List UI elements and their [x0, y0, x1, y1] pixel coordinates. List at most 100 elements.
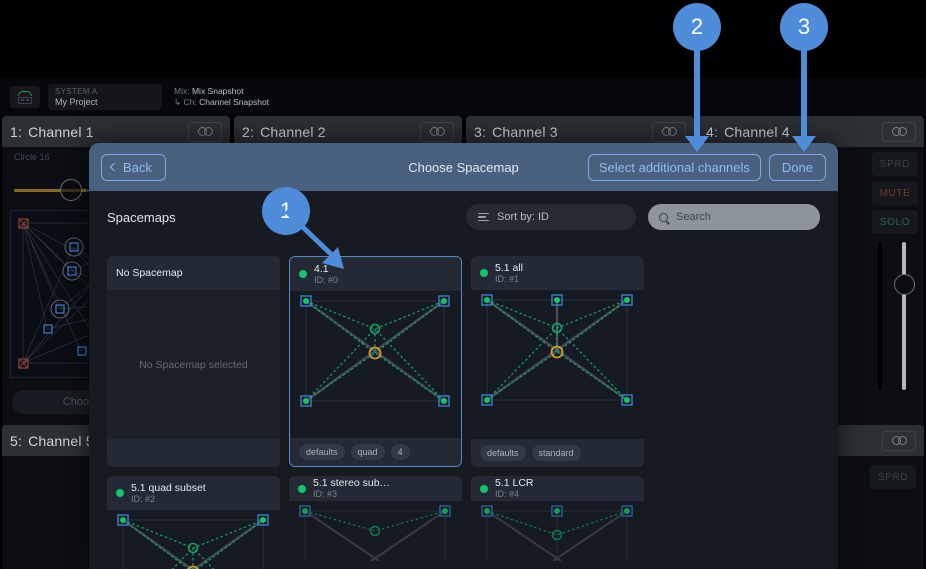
channel-name: Channel 3 — [492, 123, 558, 140]
spacemap-card-5-1-stereo-sub[interactable]: 5.1 stereo sub… ID: #3 — [289, 476, 462, 566]
search-input[interactable]: Search — [648, 204, 820, 230]
project-button[interactable]: SYSTEM A My Project — [48, 84, 162, 110]
annotation-callout-1: 1 — [262, 187, 344, 269]
card-empty-text: No Spacemap selected — [107, 290, 280, 439]
card-title: 5.1 quad subset — [131, 481, 206, 494]
annotation-callout-2: 2 — [673, 3, 721, 152]
project-name: My Project — [55, 96, 98, 107]
annotation-stem-2 — [694, 47, 700, 139]
annotation-callout-3: 3 — [780, 3, 828, 152]
spacemap-card-5-1-all[interactable]: 5.1 all ID: #1 defaults standard — [471, 256, 644, 467]
card-id: ID: #1 — [495, 273, 520, 284]
solo-button[interactable]: SOLO — [872, 210, 918, 234]
card-id: ID: #2 — [131, 493, 156, 504]
card-title: 5.1 LCR — [495, 477, 534, 489]
level-meter — [878, 242, 882, 390]
card-thumbnail — [471, 290, 644, 439]
sprd-button-2[interactable]: SPRD — [870, 465, 916, 489]
dialog-subheader: Spacemaps Sort by: ID Search — [89, 191, 838, 243]
spacemap-card-none[interactable]: No Spacemap No Spacemap selected — [107, 256, 280, 467]
wifi-device-icon[interactable] — [10, 86, 40, 108]
sprd-button[interactable]: SPRD — [872, 152, 918, 176]
link-icon[interactable] — [882, 121, 916, 142]
card-thumbnail — [107, 510, 280, 569]
system-label: SYSTEM A — [55, 86, 98, 96]
spacemap-thumb-svg — [481, 294, 633, 406]
system-toolbar: SYSTEM A My Project Mix: Mix Snapshot ↳ … — [0, 78, 926, 183]
channel-name: Channel 1 — [28, 123, 94, 140]
channel-number: 1: — [10, 123, 23, 140]
channel-4-side-buttons: SPRD MUTE SOLO — [872, 152, 918, 239]
fader-track[interactable] — [902, 242, 906, 390]
card-thumbnail — [471, 501, 644, 566]
card-header: 5.1 stereo sub… ID: #3 — [289, 476, 462, 501]
mix-value: Mix Snapshot — [191, 86, 244, 96]
mute-button[interactable]: MUTE — [872, 181, 918, 205]
sort-by-button[interactable]: Sort by: ID — [466, 204, 636, 230]
card-header: 5.1 quad subset ID: #2 — [107, 476, 280, 510]
card-header: 5.1 all ID: #1 — [471, 256, 644, 290]
ch-value: Channel Snapshot — [199, 97, 270, 107]
spacemaps-section-title: Spacemaps — [107, 209, 176, 225]
screen-root: SYSTEM A My Project Mix: Mix Snapshot ↳ … — [0, 0, 926, 569]
card-header: 5.1 LCR ID: #4 — [471, 476, 644, 501]
card-thumbnail — [289, 501, 462, 566]
tag: defaults — [480, 445, 526, 461]
link-icon[interactable] — [652, 121, 686, 142]
card-id: ID: #3 — [313, 489, 338, 499]
card-id: ID: #4 — [495, 489, 520, 499]
link-icon[interactable] — [882, 430, 916, 451]
status-dot — [480, 269, 488, 277]
spacemap-card-5-1-quad-subset[interactable]: 5.1 quad subset ID: #2 — [107, 476, 280, 569]
status-dot — [116, 489, 124, 497]
search-placeholder: Search — [676, 211, 711, 223]
tag: standard — [531, 445, 581, 461]
annotation-number: 3 — [780, 3, 828, 51]
tag: 4 — [390, 444, 410, 460]
card-title: 5.1 all — [495, 261, 524, 274]
choose-spacemap-dialog: Back Choose Spacemap Select additional c… — [89, 143, 838, 569]
card-title: 5.1 stereo sub… — [313, 477, 391, 489]
slider-knob[interactable] — [60, 179, 82, 201]
done-button[interactable]: Done — [768, 153, 826, 181]
channel-number: 3: — [474, 123, 487, 140]
card-title: No Spacemap — [116, 267, 183, 279]
channel-name: Channel 4 — [724, 123, 790, 140]
annotation-arrow-3 — [792, 136, 816, 152]
card-tags: defaults quad 4 — [290, 438, 461, 466]
select-additional-channels-button[interactable]: Select additional channels — [587, 153, 761, 181]
link-icon[interactable] — [188, 121, 222, 142]
annotation-arrow-1 — [284, 209, 344, 269]
sort-label: Sort by: ID — [497, 211, 549, 223]
spacemap-card-5-1-lcr[interactable]: 5.1 LCR ID: #4 — [471, 476, 644, 566]
spacemap-thumb-svg — [117, 514, 269, 569]
annotation-number: 2 — [673, 3, 721, 51]
annotation-stem-3 — [801, 47, 807, 139]
spacemap-card-grid: No Spacemap No Spacemap selected 4.1 ID:… — [107, 256, 821, 569]
dialog-header: Back Choose Spacemap Select additional c… — [89, 143, 838, 191]
channel-number: 2: — [242, 123, 255, 140]
spacemap-card-4-1[interactable]: 4.1 ID: #0 defaults quad 4 — [289, 256, 462, 467]
spacemap-thumb-svg — [299, 505, 451, 562]
card-header: No Spacemap — [107, 256, 280, 290]
tag: defaults — [299, 444, 345, 460]
spacemap-thumb-svg — [300, 295, 450, 407]
channel-name: Channel 2 — [260, 123, 326, 140]
fader-knob[interactable] — [894, 274, 915, 295]
snapshot-info[interactable]: Mix: Mix Snapshot ↳ Ch: Channel Snapshot — [174, 86, 269, 108]
card-tags: defaults standard — [471, 439, 644, 467]
card-footer — [107, 439, 280, 467]
spacemap-thumb-svg — [481, 505, 633, 562]
status-dot — [298, 484, 306, 493]
annotation-arrow-2 — [685, 136, 709, 152]
ch-label: Ch: — [183, 97, 197, 107]
mix-label: Mix: — [174, 86, 190, 96]
search-icon — [659, 212, 668, 222]
branch-arrow-icon: ↳ — [174, 97, 182, 107]
link-icon[interactable] — [420, 121, 454, 142]
card-thumbnail — [290, 291, 461, 438]
sort-lines-icon — [478, 212, 489, 222]
channel-4-meters — [872, 242, 918, 392]
tag: quad — [350, 444, 385, 460]
status-dot — [480, 484, 488, 493]
